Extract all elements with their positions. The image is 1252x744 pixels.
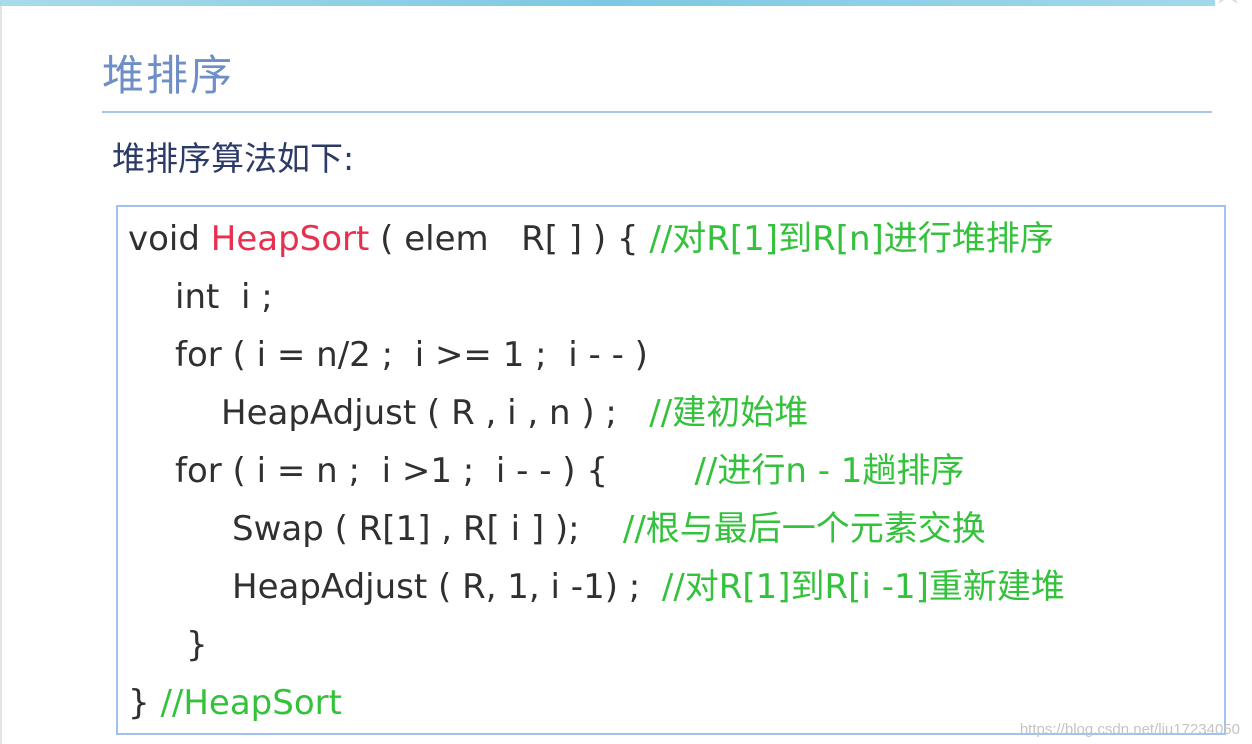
code-line-1: void HeapSort ( elem R[ ] ) { //对R[1]到R[… [128, 217, 1054, 261]
code-line-9: } //HeapSort [128, 681, 342, 725]
top-accent-bar [0, 0, 1215, 6]
code-line-5: for ( i = n ; i >1 ; i - - ) { //进行n - 1… [175, 449, 964, 493]
code-text: int i ; [175, 277, 273, 317]
slide-subtitle: 堆排序算法如下: [112, 139, 355, 178]
code-keyword: void [128, 219, 211, 259]
code-line-4: HeapAdjust ( R , i , n ) ; //建初始堆 [221, 391, 808, 435]
code-text: } [186, 625, 208, 665]
watermark-url: https://blog.csdn.net/liu17234050 [1019, 721, 1240, 738]
code-line-8: } [186, 623, 208, 667]
code-line-2: int i ; [175, 275, 273, 319]
code-line-3: for ( i = n/2 ; i >= 1 ; i - - ) [175, 333, 648, 377]
code-text: Swap ( R[1] , R[ i ] ); [232, 509, 623, 549]
code-text: HeapAdjust ( R, 1, i -1) ; [232, 567, 662, 607]
code-comment: //根与最后一个元素交换 [622, 509, 986, 549]
code-text: for ( i = n/2 ; i >= 1 ; i - - ) [175, 335, 648, 375]
code-text: for ( i = n ; i >1 ; i - - ) { [175, 451, 695, 491]
code-comment: //对R[1]到R[n]进行堆排序 [649, 219, 1054, 259]
code-comment: //对R[1]到R[i -1]重新建堆 [661, 567, 1065, 607]
code-comment: //进行n - 1趟排序 [694, 451, 965, 491]
left-edge-rule [0, 0, 2, 744]
code-text: } [128, 683, 161, 723]
title-divider [102, 111, 1212, 113]
code-line-6: Swap ( R[1] , R[ i ] ); //根与最后一个元素交换 [232, 507, 986, 551]
code-text: HeapAdjust ( R , i , n ) ; [221, 393, 650, 433]
function-signature: ( elem R[ ] ) { [369, 219, 650, 259]
code-block: void HeapSort ( elem R[ ] ) { //对R[1]到R[… [116, 205, 1226, 735]
function-name: HeapSort [210, 219, 370, 259]
code-comment: //HeapSort [160, 683, 342, 723]
code-comment: //建初始堆 [649, 393, 809, 433]
corner-icon: ⌒ [1218, 0, 1238, 20]
code-line-7: HeapAdjust ( R, 1, i -1) ; //对R[1]到R[i -… [232, 565, 1065, 609]
slide-title: 堆排序 [102, 51, 235, 100]
